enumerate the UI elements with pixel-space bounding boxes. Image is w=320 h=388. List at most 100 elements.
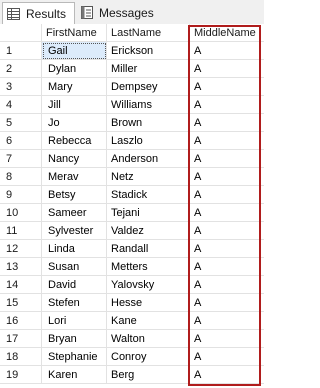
middlename-cell[interactable]: A [190,60,264,78]
lastname-cell[interactable]: Erickson [107,42,190,60]
middlename-cell[interactable]: A [190,132,264,150]
row-number-cell: 7 [0,150,42,168]
row-number-cell: 3 [0,78,42,96]
table-row[interactable]: 18 Stephanie Conroy A [0,348,264,366]
lastname-cell[interactable]: Metters [107,258,190,276]
lastname-cell[interactable]: Stadick [107,186,190,204]
table-row[interactable]: 15 Stefen Hesse A [0,294,264,312]
middlename-cell[interactable]: A [190,78,264,96]
lastname-cell[interactable]: Walton [107,330,190,348]
firstname-cell[interactable]: Linda [42,240,107,258]
lastname-cell[interactable]: Laszlo [107,132,190,150]
middlename-cell[interactable]: A [190,96,264,114]
middlename-cell[interactable]: A [190,150,264,168]
middlename-cell[interactable]: A [190,204,264,222]
firstname-cell[interactable]: Susan [42,258,107,276]
table-row[interactable]: 9 Betsy Stadick A [0,186,264,204]
firstname-cell[interactable]: Nancy [42,150,107,168]
column-header-middlename[interactable]: MiddleName [190,24,264,42]
lastname-cell[interactable]: Netz [107,168,190,186]
tab-messages-label: Messages [99,5,154,20]
firstname-cell[interactable]: Gail [42,42,107,60]
middlename-cell[interactable]: A [190,276,264,294]
row-number-cell: 5 [0,114,42,132]
lastname-cell[interactable]: Brown [107,114,190,132]
middlename-cell[interactable]: A [190,168,264,186]
lastname-cell[interactable]: Yalovsky [107,276,190,294]
row-number-cell: 19 [0,366,42,384]
grid-header-row: FirstName LastName MiddleName [0,24,264,42]
lastname-cell[interactable]: Miller [107,60,190,78]
table-row[interactable]: 1 Gail Erickson A [0,42,264,60]
column-header-lastname[interactable]: LastName [107,24,190,42]
middlename-cell[interactable]: A [190,258,264,276]
middlename-cell[interactable]: A [190,114,264,132]
row-number-cell: 1 [0,42,42,60]
row-number-header [0,24,42,42]
firstname-cell[interactable]: Rebecca [42,132,107,150]
firstname-cell[interactable]: Jo [42,114,107,132]
table-row[interactable]: 6 Rebecca Laszlo A [0,132,264,150]
results-grid: FirstName LastName MiddleName 1 Gail Erick… [0,24,264,388]
firstname-cell[interactable]: Sameer [42,204,107,222]
lastname-cell[interactable]: Dempsey [107,78,190,96]
lastname-cell[interactable]: Randall [107,240,190,258]
lastname-cell[interactable]: Anderson [107,150,190,168]
table-row[interactable]: 10 Sameer Tejani A [0,204,264,222]
row-number-cell: 13 [0,258,42,276]
middlename-cell[interactable]: A [190,222,264,240]
table-row[interactable]: 3 Mary Dempsey A [0,78,264,96]
row-number-cell: 17 [0,330,42,348]
table-row[interactable]: 19 Karen Berg A [0,366,264,384]
firstname-cell[interactable]: David [42,276,107,294]
row-number-cell: 15 [0,294,42,312]
middlename-cell[interactable]: A [190,42,264,60]
firstname-cell[interactable]: Stefen [42,294,107,312]
firstname-cell[interactable]: Merav [42,168,107,186]
table-row[interactable]: 14 David Yalovsky A [0,276,264,294]
table-row[interactable]: 17 Bryan Walton A [0,330,264,348]
row-number-cell: 12 [0,240,42,258]
firstname-cell[interactable]: Betsy [42,186,107,204]
messages-icon [81,6,93,19]
lastname-cell[interactable]: Valdez [107,222,190,240]
middlename-cell[interactable]: A [190,186,264,204]
firstname-cell[interactable]: Dylan [42,60,107,78]
table-row[interactable]: 7 Nancy Anderson A [0,150,264,168]
results-tabbar: Results Messages [0,0,264,25]
column-header-firstname[interactable]: FirstName [42,24,107,42]
table-row[interactable]: 2 Dylan Miller A [0,60,264,78]
lastname-cell[interactable]: Tejani [107,204,190,222]
lastname-cell[interactable]: Berg [107,366,190,384]
middlename-cell[interactable]: A [190,330,264,348]
firstname-cell[interactable]: Sylvester [42,222,107,240]
table-row[interactable]: 4 Jill Williams A [0,96,264,114]
middlename-cell[interactable]: A [190,240,264,258]
middlename-cell[interactable]: A [190,294,264,312]
firstname-cell[interactable]: Karen [42,366,107,384]
table-row[interactable]: 16 Lori Kane A [0,312,264,330]
middlename-cell[interactable]: A [190,366,264,384]
tab-results[interactable]: Results [2,2,75,25]
table-row[interactable]: 13 Susan Metters A [0,258,264,276]
lastname-cell[interactable]: Williams [107,96,190,114]
firstname-cell[interactable]: Lori [42,312,107,330]
lastname-cell[interactable]: Conroy [107,348,190,366]
grid-icon [7,7,20,20]
table-row[interactable]: 11 Sylvester Valdez A [0,222,264,240]
table-row[interactable]: 12 Linda Randall A [0,240,264,258]
table-row[interactable]: 8 Merav Netz A [0,168,264,186]
row-number-cell: 8 [0,168,42,186]
row-number-cell: 9 [0,186,42,204]
firstname-cell[interactable]: Jill [42,96,107,114]
lastname-cell[interactable]: Kane [107,312,190,330]
firstname-cell[interactable]: Bryan [42,330,107,348]
table-row[interactable]: 5 Jo Brown A [0,114,264,132]
tab-results-label: Results [26,6,67,21]
firstname-cell[interactable]: Mary [42,78,107,96]
lastname-cell[interactable]: Hesse [107,294,190,312]
firstname-cell[interactable]: Stephanie [42,348,107,366]
middlename-cell[interactable]: A [190,348,264,366]
tab-messages[interactable]: Messages [77,2,159,23]
middlename-cell[interactable]: A [190,312,264,330]
